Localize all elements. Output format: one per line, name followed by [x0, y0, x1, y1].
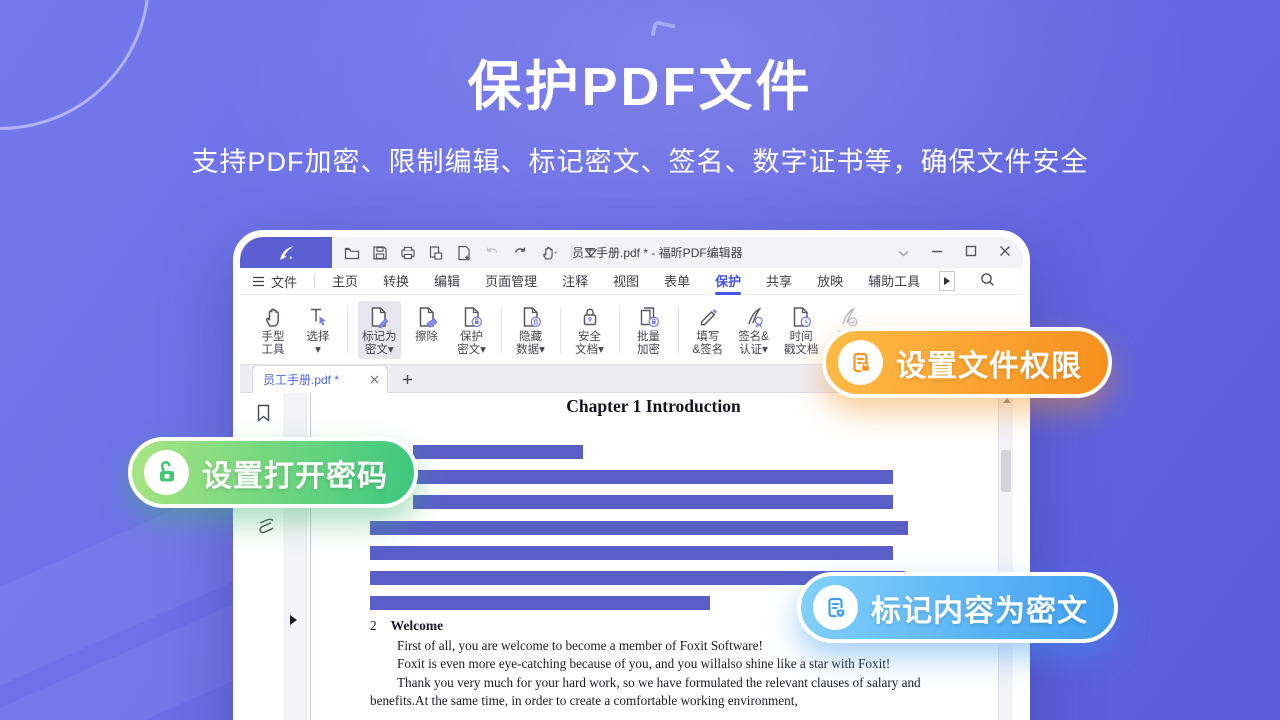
menu-file[interactable]: 文件 [252, 272, 297, 291]
mark-redaction-icon [367, 304, 391, 331]
document-heading: Chapter 1 Introduction [310, 396, 997, 417]
tool-select[interactable]: 选择 ▾ [299, 301, 337, 359]
tool-batch-encrypt[interactable]: 批量 加密 [630, 301, 668, 359]
scroll-up-icon[interactable] [1003, 398, 1011, 403]
menu-item-home[interactable]: 主页 [332, 268, 358, 295]
quick-access-toolbar [344, 237, 598, 268]
new-page-icon[interactable] [456, 245, 472, 261]
select-tool-icon [306, 304, 330, 331]
badge-label: 设置打开密码 [202, 451, 388, 495]
tool-fill-sign[interactable]: 填写 &签名 [689, 301, 728, 359]
minimize-button[interactable] [931, 244, 943, 262]
erase-icon [415, 304, 439, 331]
menu-item-protect[interactable]: 保护 [715, 268, 741, 295]
tool-sign-certify[interactable]: 签名& 认证▾ [734, 301, 773, 359]
bookmarks-panel-icon[interactable] [255, 403, 272, 430]
menu-item-form[interactable]: 表单 [664, 268, 690, 295]
divider [560, 307, 561, 353]
hide-data-icon [519, 304, 543, 331]
lock-icon [144, 450, 189, 495]
badge-mark-redaction: 标记内容为密文 [797, 572, 1118, 643]
expand-panel-icon[interactable] [290, 615, 297, 625]
tool-erase[interactable]: 擦除 [408, 301, 446, 359]
redaction-bar [370, 596, 710, 610]
badge-label: 标记内容为密文 [871, 586, 1088, 630]
fill-sign-icon [696, 304, 720, 331]
document-tab-label: 员工手册.pdf * [263, 371, 370, 388]
sign-certify-icon [742, 304, 766, 331]
menu-item-present[interactable]: 放映 [817, 268, 843, 295]
redaction-bar [413, 445, 583, 459]
menu-item-pages[interactable]: 页面管理 [485, 268, 537, 295]
document-tab[interactable]: 员工手册.pdf * [252, 365, 388, 393]
undo-icon[interactable] [484, 245, 500, 261]
titlebar: 员工手册.pdf * - 福昕PDF编辑器 [240, 237, 1023, 268]
window-title: 员工手册.pdf * - 福昕PDF编辑器 [572, 237, 743, 268]
copy-page-icon[interactable] [428, 245, 444, 261]
page-title: 保护PDF文件 [0, 42, 1280, 121]
protect-redaction-icon [460, 304, 484, 331]
close-button[interactable] [999, 244, 1011, 262]
tool-hand[interactable]: 手型 工具 [254, 301, 292, 359]
quill-icon [276, 243, 296, 263]
foxit-logo [240, 237, 332, 268]
tool-mark-redaction[interactable]: 标记为 密文▾ [358, 301, 401, 359]
hand-tool-icon [261, 304, 285, 331]
tool-protect-redaction[interactable]: 保护 密文▾ [453, 301, 491, 359]
page-subtitle: 支持PDF加密、限制编辑、标记密文、签名、数字证书等，确保文件安全 [0, 140, 1280, 179]
new-tab-button[interactable] [398, 370, 416, 388]
badge-open-password: 设置打开密码 [128, 437, 418, 508]
divider [501, 307, 502, 353]
redaction-bar [370, 546, 893, 560]
decor-mark [651, 20, 676, 40]
badge-label: 设置文件权限 [896, 341, 1082, 385]
maximize-button[interactable] [965, 244, 977, 262]
menu-item-edit[interactable]: 编辑 [434, 268, 460, 295]
tool-hide-data[interactable]: 隐藏 数据▾ [512, 301, 550, 359]
redaction-bar [413, 470, 893, 484]
redaction-bar [413, 495, 893, 509]
search-icon[interactable] [980, 272, 995, 290]
divider [678, 307, 679, 353]
menu-item-convert[interactable]: 转换 [383, 268, 409, 295]
chevron-down-icon[interactable] [898, 244, 909, 262]
document-shield-icon [813, 585, 858, 630]
hamburger-icon [252, 276, 265, 287]
divider [314, 274, 315, 288]
menu-item-share[interactable]: 共享 [766, 268, 792, 295]
save-icon[interactable] [372, 245, 388, 261]
divider [347, 307, 348, 353]
triangle-right-icon [944, 277, 950, 285]
promo-background: 保护PDF文件 支持PDF加密、限制编辑、标记密文、签名、数字证书等，确保文件安… [0, 0, 1280, 720]
menu-bar: 文件 主页 转换 编辑 页面管理 注释 视图 表单 保护 共享 放映 辅助工具 [240, 268, 1023, 295]
menu-item-accessibility[interactable]: 辅助工具 [868, 268, 920, 295]
window-controls [898, 237, 1011, 268]
attachments-panel-icon[interactable] [256, 515, 273, 544]
hand-grab-icon[interactable] [540, 245, 559, 261]
batch-encrypt-icon [637, 304, 661, 331]
timestamp-icon [789, 304, 813, 331]
document-lock-icon [838, 340, 883, 385]
tool-timestamp[interactable]: 时间 戳文档 [780, 301, 823, 359]
print-icon[interactable] [400, 245, 416, 261]
scrollbar-thumb[interactable] [1001, 450, 1011, 492]
menu-item-view[interactable]: 视图 [613, 268, 639, 295]
paragraph: Foxit is even more eye-catching because … [370, 655, 928, 674]
secure-document-icon [578, 304, 602, 331]
tab-close-icon[interactable] [370, 371, 379, 389]
paragraph: Thank you very much for your hard work, … [370, 674, 928, 711]
menu-item-comment[interactable]: 注释 [562, 268, 588, 295]
tool-secure-document[interactable]: 安全 文档▾ [571, 301, 609, 359]
redaction-bar [370, 521, 908, 535]
divider [619, 307, 620, 353]
menu-overflow-button[interactable] [939, 271, 955, 291]
badge-file-permission: 设置文件权限 [822, 327, 1112, 398]
open-folder-icon[interactable] [344, 245, 360, 261]
vertical-scrollbar[interactable] [998, 393, 1013, 720]
redo-icon[interactable] [512, 245, 528, 261]
